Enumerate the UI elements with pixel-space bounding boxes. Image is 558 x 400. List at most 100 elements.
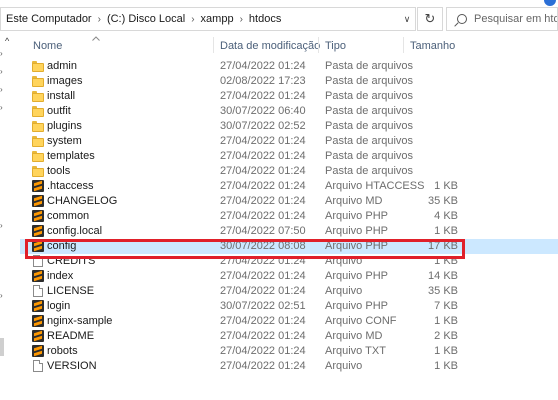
file-row[interactable]: outfit 30/07/2022 06:40 Pasta de arquivos [20,104,558,119]
file-name: CHANGELOG [47,195,118,207]
help-icon[interactable] [544,0,556,6]
column-header-date[interactable]: Data de modificação [220,40,320,52]
folder-icon [32,75,44,87]
sort-ascending-icon[interactable] [92,36,100,41]
file-name: tools [47,165,71,177]
file-date: 27/04/2022 01:24 [220,165,306,177]
file-type: Arquivo [325,285,363,297]
breadcrumb-item[interactable]: Este Computador [6,13,92,25]
breadcrumb-item[interactable]: (C:) Disco Local [107,13,185,25]
file-size: 17 KB [428,240,458,252]
tree-expand-icon[interactable]: › [0,104,3,112]
file-name: system [47,135,82,147]
file-row[interactable]: CHANGELOG 27/04/2022 01:24 Arquivo MD 35 KB [20,194,558,209]
sublime-text-icon [32,195,44,207]
file-name: images [47,75,83,87]
address-bar[interactable]: Este Computador › (C:) Disco Local › xam… [0,7,416,31]
chevron-right-icon[interactable]: › [98,14,101,25]
file-row[interactable]: LICENSE 27/04/2022 01:24 Arquivo 35 KB [20,284,558,299]
file-row[interactable]: images 02/08/2022 17:23 Pasta de arquivos [20,74,558,89]
tree-expand-icon[interactable]: › [0,50,3,58]
sublime-text-icon [32,330,44,342]
file-date: 27/04/2022 01:24 [220,180,306,192]
file-row[interactable]: nginx-sample 27/04/2022 01:24 Arquivo CONF… [20,314,558,329]
folder-icon [32,150,44,162]
file-size: 1 KB [434,255,458,267]
file-row[interactable]: config 30/07/2022 08:08 Arquivo PHP 17 KB [20,239,558,254]
tree-expand-icon[interactable]: › [0,68,3,76]
file-row[interactable]: README 27/04/2022 01:24 Arquivo MD 2 KB [20,329,558,344]
file-icon [33,285,43,297]
chevron-right-icon[interactable]: › [240,14,243,25]
sublime-text-icon [32,315,44,327]
tree-expand-icon[interactable]: › [0,292,3,300]
scroll-up-icon[interactable]: ^ [5,36,9,46]
file-row[interactable]: plugins 30/07/2022 02:52 Pasta de arquivos [20,119,558,134]
breadcrumb-item[interactable]: xampp [201,13,234,25]
window-top-strip [0,0,558,6]
column-divider[interactable] [213,37,214,53]
chevron-down-icon[interactable]: ∨ [399,14,415,25]
file-name: login [47,300,71,312]
folder-icon [32,105,44,117]
file-type: Pasta de arquivos [325,105,414,117]
file-type: Arquivo MD [325,195,383,207]
file-type: Arquivo TXT [325,345,386,357]
file-row[interactable]: common 27/04/2022 01:24 Arquivo PHP 4 KB [20,209,558,224]
file-row[interactable]: index 27/04/2022 01:24 Arquivo PHP 14 KB [20,269,558,284]
column-header-row: Nome Data de modificação Tipo Tamanho [20,34,558,56]
breadcrumb: Este Computador › (C:) Disco Local › xam… [1,13,399,25]
column-divider[interactable] [318,37,319,53]
file-date: 27/04/2022 01:24 [220,360,306,372]
file-date: 27/04/2022 01:24 [220,255,306,267]
file-type: Arquivo [325,255,363,267]
file-row[interactable]: login 30/07/2022 02:51 Arquivo PHP 7 KB [20,299,558,314]
file-size: 14 KB [428,270,458,282]
file-row[interactable]: config.local 27/04/2022 07:50 Arquivo PHP 1… [20,224,558,239]
navigation-pane[interactable]: ^ › › › › › › [0,33,20,400]
column-header-name[interactable]: Nome [33,40,62,52]
navigation-selection [0,338,4,356]
file-size: 1 KB [434,360,458,372]
column-header-type[interactable]: Tipo [325,40,346,52]
file-size: 2 KB [434,330,458,342]
column-divider[interactable] [403,37,404,53]
refresh-button[interactable]: ↻ [417,7,443,31]
file-name: config [47,240,77,252]
sublime-text-icon [32,345,44,357]
file-row[interactable]: robots 27/04/2022 01:24 Arquivo TXT 1 KB [20,344,558,359]
file-date: 27/04/2022 01:24 [220,330,306,342]
chevron-right-icon[interactable]: › [191,14,194,25]
file-row[interactable]: tools 27/04/2022 01:24 Pasta de arquivos [20,164,558,179]
file-size: 4 KB [434,210,458,222]
breadcrumb-item[interactable]: htdocs [249,13,281,25]
file-row[interactable]: install 27/04/2022 01:24 Pasta de arquivos [20,89,558,104]
file-date: 27/04/2022 01:24 [220,345,306,357]
file-row[interactable]: CREDITS 27/04/2022 01:24 Arquivo 1 KB [20,254,558,269]
file-date: 30/07/2022 02:52 [220,120,306,132]
file-row[interactable]: admin 27/04/2022 01:24 Pasta de arquivos [20,59,558,74]
tree-expand-icon[interactable]: › [0,86,3,94]
file-type: Pasta de arquivos [325,135,414,147]
file-row[interactable]: VERSION 27/04/2022 01:24 Arquivo 1 KB [20,359,558,374]
sublime-text-icon [32,225,44,237]
folder-icon [32,135,44,147]
file-size: 1 KB [434,345,458,357]
file-icon [33,255,43,267]
file-row[interactable]: templates 27/04/2022 01:24 Pasta de arquiv… [20,149,558,164]
file-type: Arquivo PHP [325,270,388,282]
file-date: 27/04/2022 01:24 [220,285,306,297]
column-header-size[interactable]: Tamanho [410,40,455,52]
sublime-text-icon [32,180,44,192]
file-row[interactable]: system 27/04/2022 01:24 Pasta de arquivos [20,134,558,149]
file-type: Arquivo PHP [325,240,388,252]
file-date: 02/08/2022 17:23 [220,75,306,87]
search-input[interactable]: Pesquisar em htd... [446,7,558,31]
file-date: 27/04/2022 01:24 [220,195,306,207]
file-type: Arquivo CONF [325,315,397,327]
file-name: install [47,90,76,102]
refresh-icon: ↻ [424,11,436,26]
file-row[interactable]: .htaccess 27/04/2022 01:24 Arquivo HTACCES… [20,179,558,194]
file-type: Arquivo PHP [325,225,388,237]
tree-expand-icon[interactable]: › [0,222,3,230]
